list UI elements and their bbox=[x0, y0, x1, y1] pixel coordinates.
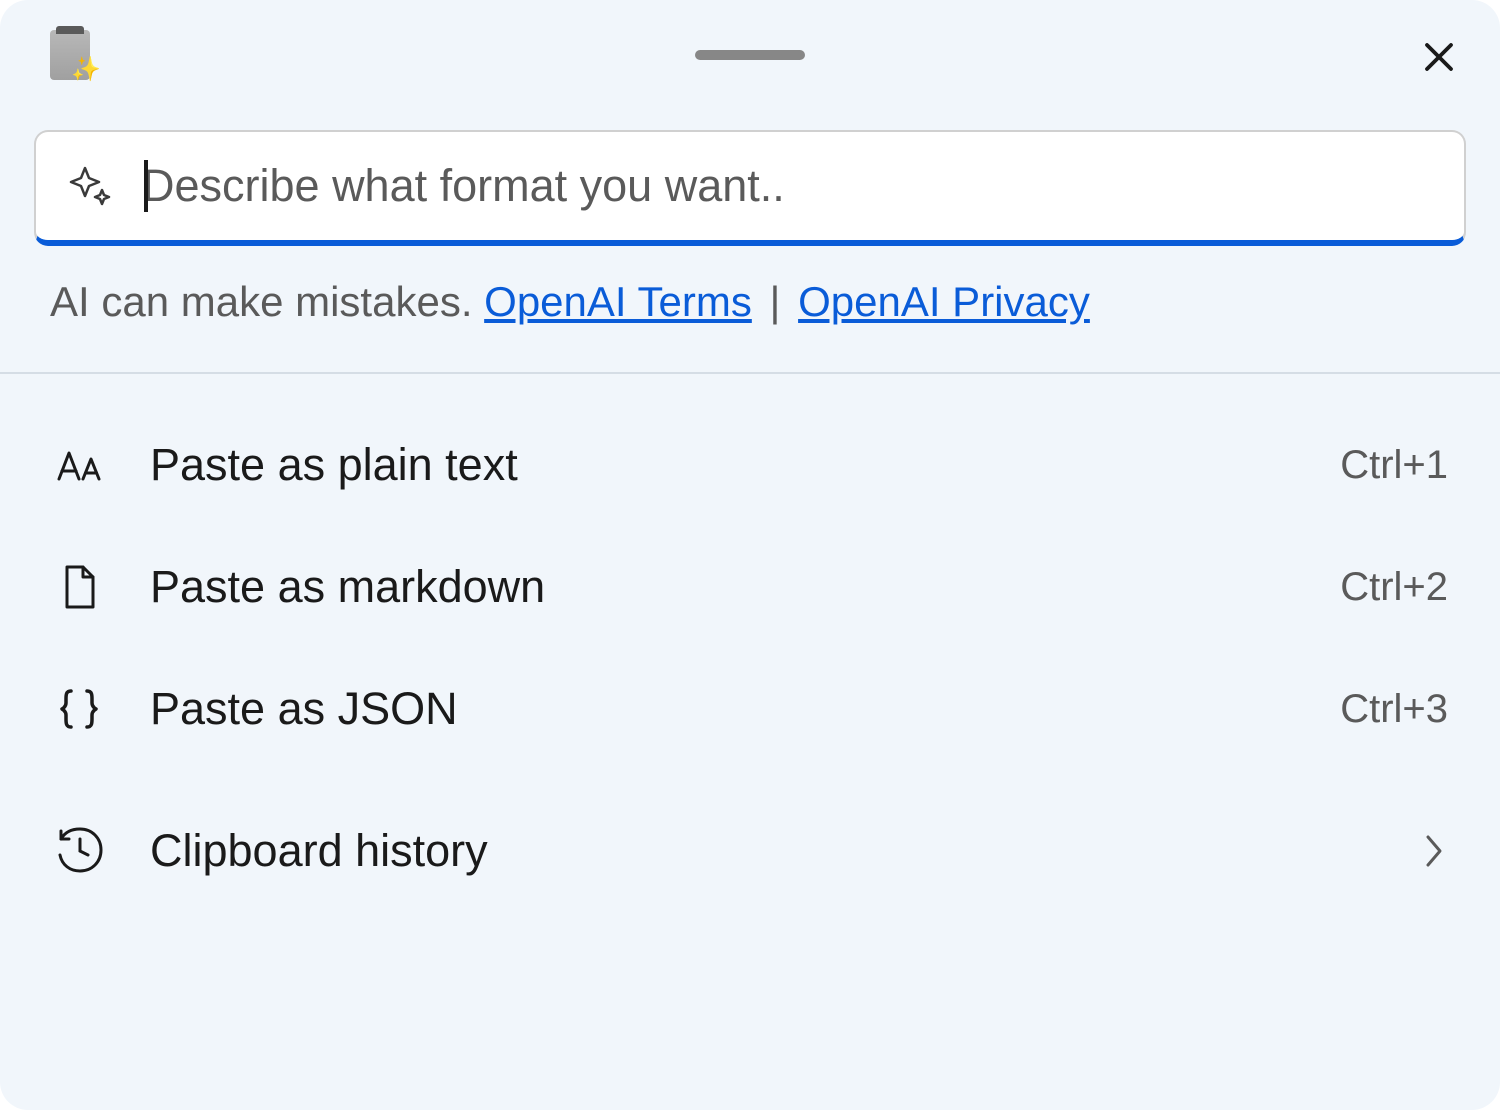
braces-icon bbox=[52, 682, 106, 736]
document-icon bbox=[52, 560, 106, 614]
separator: | bbox=[758, 278, 792, 325]
option-paste-markdown[interactable]: Paste as markdown Ctrl+2 bbox=[0, 526, 1500, 648]
option-shortcut: Ctrl+2 bbox=[1340, 565, 1448, 610]
prompt-input-box[interactable]: Describe what format you want.. bbox=[34, 130, 1466, 246]
options-list: Paste as plain text Ctrl+1 Paste as mark… bbox=[0, 374, 1500, 1110]
option-paste-plain-text[interactable]: Paste as plain text Ctrl+1 bbox=[0, 404, 1500, 526]
option-label: Paste as plain text bbox=[150, 439, 1296, 491]
openai-terms-link[interactable]: OpenAI Terms bbox=[484, 278, 752, 325]
app-icon: ✨ bbox=[50, 30, 95, 80]
option-label: Clipboard history bbox=[150, 825, 1376, 877]
chevron-right-icon bbox=[1420, 829, 1448, 873]
option-shortcut: Ctrl+3 bbox=[1340, 687, 1448, 732]
advanced-paste-panel: ✨ Describe what format you want.. A bbox=[0, 0, 1500, 1110]
sparkle-icon bbox=[66, 162, 114, 210]
prompt-placeholder: Describe what format you want.. bbox=[142, 160, 785, 212]
close-button[interactable] bbox=[1418, 36, 1460, 78]
text-size-icon bbox=[52, 438, 106, 492]
prompt-input[interactable]: Describe what format you want.. bbox=[142, 160, 1434, 212]
option-shortcut: Ctrl+1 bbox=[1340, 443, 1448, 488]
disclaimer-text: AI can make mistakes. bbox=[50, 278, 484, 325]
close-icon bbox=[1421, 39, 1457, 75]
option-label: Paste as markdown bbox=[150, 561, 1296, 613]
option-clipboard-history[interactable]: Clipboard history bbox=[0, 790, 1500, 898]
openai-privacy-link[interactable]: OpenAI Privacy bbox=[798, 278, 1090, 325]
text-cursor bbox=[144, 160, 148, 212]
option-paste-json[interactable]: Paste as JSON Ctrl+3 bbox=[0, 648, 1500, 770]
history-icon bbox=[52, 824, 106, 878]
option-label: Paste as JSON bbox=[150, 683, 1296, 735]
disclaimer: AI can make mistakes. OpenAI Terms | Ope… bbox=[0, 246, 1500, 372]
titlebar: ✨ bbox=[0, 0, 1500, 90]
drag-handle[interactable] bbox=[695, 50, 805, 60]
prompt-input-container: Describe what format you want.. bbox=[34, 130, 1466, 246]
